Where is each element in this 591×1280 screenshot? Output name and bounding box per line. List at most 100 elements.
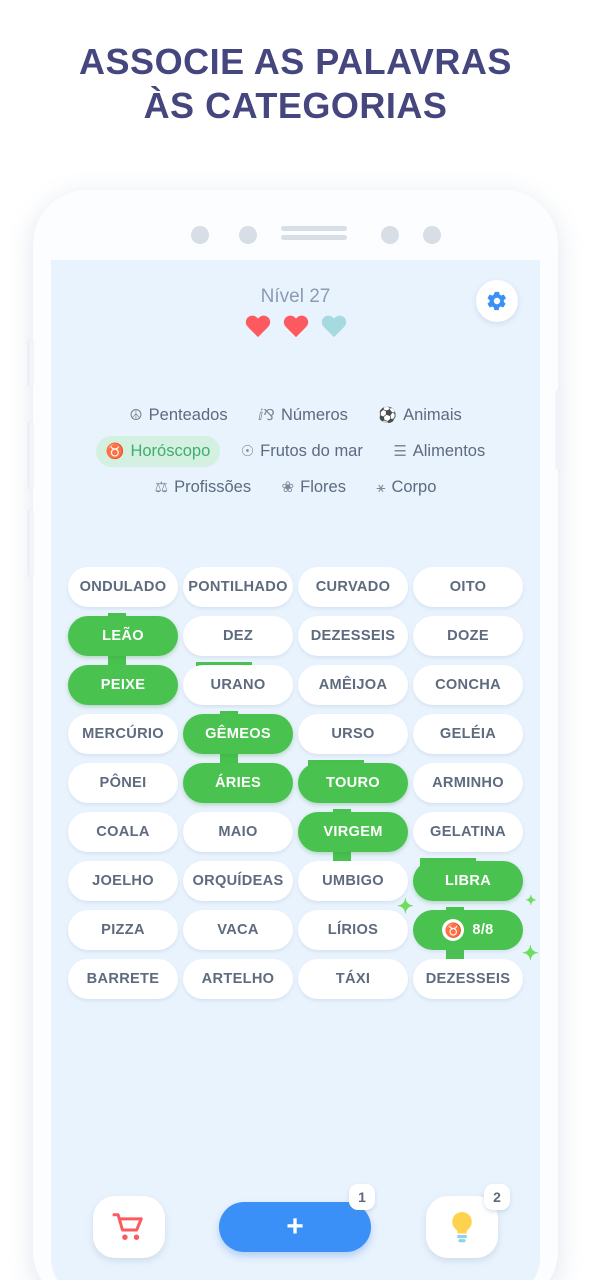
hint-badge: 2 — [484, 1184, 510, 1210]
earpiece-speaker-icon — [281, 226, 347, 231]
lightbulb-icon — [452, 1211, 472, 1243]
word-tile[interactable]: ONDULADO — [68, 567, 178, 607]
word-tile[interactable]: ARMINHO — [413, 763, 523, 803]
page-title: ASSOCIE AS PALAVRAS ÀS CATEGORIAS — [0, 40, 591, 128]
word-tile[interactable]: DOZE — [413, 616, 523, 656]
word-tile[interactable]: URSO — [298, 714, 408, 754]
word-tile-selected[interactable]: LEÃO — [68, 616, 178, 656]
progress-count: 8/8 — [472, 922, 494, 938]
word-tile[interactable]: ORQUÍDEAS — [183, 861, 293, 901]
category-penteados[interactable]: ☮ Penteados — [119, 400, 237, 431]
add-word-label: + — [286, 1210, 304, 1243]
phone-side-button-power — [557, 390, 562, 470]
taurus-icon: ♉ — [442, 919, 465, 941]
category-flores[interactable]: ❀ Flores — [272, 472, 356, 503]
word-tile[interactable]: TÁXI — [298, 959, 408, 999]
phone-screen: Nível 27 ☮ Penteados ⅈ⅋ Números ⚽ Animai… — [51, 208, 540, 1280]
category-profissoes[interactable]: ⚖ Profissões — [145, 472, 261, 503]
word-tile[interactable]: DEZESSEIS — [298, 616, 408, 656]
page-title-line-1: ASSOCIE AS PALAVRAS — [79, 41, 512, 82]
word-tile-selected[interactable]: VIRGEM — [298, 812, 408, 852]
word-tile[interactable]: GELÉIA — [413, 714, 523, 754]
sparkle-icon-2: ✦ — [524, 892, 537, 908]
shopping-cart-icon — [112, 1213, 143, 1240]
heart-icon-3 — [321, 316, 347, 340]
sparkle-icon-1: ✦ — [397, 896, 415, 918]
phone-side-button-mute — [29, 340, 34, 386]
camera-dot-2-icon — [423, 226, 441, 244]
phone-side-button-volume-up — [29, 422, 34, 488]
word-tile[interactable]: PONTILHADO — [183, 567, 293, 607]
category-numeros[interactable]: ⅈ⅋ Números — [248, 400, 358, 431]
category-label: Alimentos — [412, 442, 486, 460]
shop-button[interactable] — [93, 1196, 165, 1258]
settings-button[interactable] — [476, 280, 518, 322]
numbers-icon: ⅈ⅋ — [258, 407, 275, 424]
level-label: Nível 27 — [260, 286, 331, 307]
category-label: Profissões — [174, 478, 252, 496]
word-tile-selected[interactable]: ÁRIES — [183, 763, 293, 803]
body-icon: ⚹ — [376, 479, 386, 496]
word-tile[interactable]: MERCÚRIO — [68, 714, 178, 754]
hair-icon: ☮ — [129, 407, 143, 424]
word-tile[interactable]: CONCHA — [413, 665, 523, 705]
word-tile[interactable]: JOELHO — [68, 861, 178, 901]
category-label: Números — [281, 406, 348, 424]
flower-icon: ❀ — [281, 479, 295, 496]
word-tile[interactable]: COALA — [68, 812, 178, 852]
taurus-icon: ♉ — [105, 443, 125, 460]
elephant-icon: ⚽ — [378, 407, 398, 424]
word-tile[interactable]: UMBIGO — [298, 861, 408, 901]
category-horoscopo[interactable]: ♉ Horóscopo — [95, 436, 221, 467]
category-row-3: ⚖ Profissões ❀ Flores ⚹ Corpo — [63, 472, 528, 503]
gear-icon — [487, 291, 506, 311]
category-animais[interactable]: ⚽ Animais — [368, 400, 471, 431]
word-tile[interactable]: ARTELHO — [183, 959, 293, 999]
word-tile[interactable]: BARRETE — [68, 959, 178, 999]
category-frutos-do-mar[interactable]: ☉ Frutos do mar — [231, 436, 373, 467]
word-tile[interactable]: MAIO — [183, 812, 293, 852]
category-list: ☮ Penteados ⅈ⅋ Números ⚽ Animais ♉ Horós… — [63, 400, 528, 508]
category-corpo[interactable]: ⚹ Corpo — [366, 472, 446, 503]
word-tile-selected[interactable]: TOURO — [298, 763, 408, 803]
heart-icon-2 — [283, 316, 309, 340]
heart-icon-1 — [245, 316, 271, 340]
word-tile[interactable]: LÍRIOS — [298, 910, 408, 950]
word-tile[interactable]: CURVADO — [298, 567, 408, 607]
phone-notch-bar — [51, 208, 540, 260]
word-tile[interactable]: GELATINA — [413, 812, 523, 852]
burger-icon: ☰ — [393, 443, 407, 460]
sensor-dot-icon — [239, 226, 257, 244]
category-row-2: ♉ Horóscopo ☉ Frutos do mar ☰ Alimentos — [63, 436, 528, 467]
word-tile-selected[interactable]: LIBRA — [413, 861, 523, 901]
page-title-line-2: ÀS CATEGORIAS — [143, 85, 448, 126]
add-word-badge: 1 — [349, 1184, 375, 1210]
category-label: Penteados — [148, 406, 228, 424]
screenshot-root: ASSOCIE AS PALAVRAS ÀS CATEGORIAS Nível … — [0, 0, 591, 1280]
category-alimentos[interactable]: ☰ Alimentos — [383, 436, 495, 467]
sensor-dot-2-icon — [381, 226, 399, 244]
word-grid: ONDULADO PONTILHADO CURVADO OITO LEÃO DE… — [68, 567, 539, 999]
camera-dot-icon — [191, 226, 209, 244]
add-word-button[interactable]: + — [219, 1202, 371, 1252]
word-tile[interactable]: URANO — [183, 665, 293, 705]
category-progress-tile[interactable]: ♉ 8/8 ✦ ✦ ✦ — [397, 892, 539, 965]
category-label: Animais — [403, 406, 462, 424]
word-tile[interactable]: OITO — [413, 567, 523, 607]
octopus-icon: ☉ — [240, 443, 255, 460]
word-tile[interactable]: AMÊIJOA — [298, 665, 408, 705]
word-tile[interactable]: PÔNEI — [68, 763, 178, 803]
word-tile[interactable]: DEZESSEIS — [413, 959, 523, 999]
word-tile[interactable]: DEZ — [183, 616, 293, 656]
category-label: Frutos do mar — [260, 442, 363, 460]
lives-indicator — [51, 316, 540, 340]
phone-mockup: Nível 27 ☮ Penteados ⅈ⅋ Números ⚽ Animai… — [29, 190, 562, 1280]
phone-side-button-volume-down — [29, 510, 34, 576]
word-tile[interactable]: PIZZA — [68, 910, 178, 950]
category-label: Flores — [300, 478, 346, 496]
category-label: Corpo — [391, 478, 437, 496]
word-tile-selected[interactable]: GÊMEOS — [183, 714, 293, 754]
word-tile[interactable]: VACA — [183, 910, 293, 950]
bottom-toolbar: + 1 2 — [51, 1184, 540, 1278]
word-tile-selected[interactable]: PEIXE — [68, 665, 178, 705]
